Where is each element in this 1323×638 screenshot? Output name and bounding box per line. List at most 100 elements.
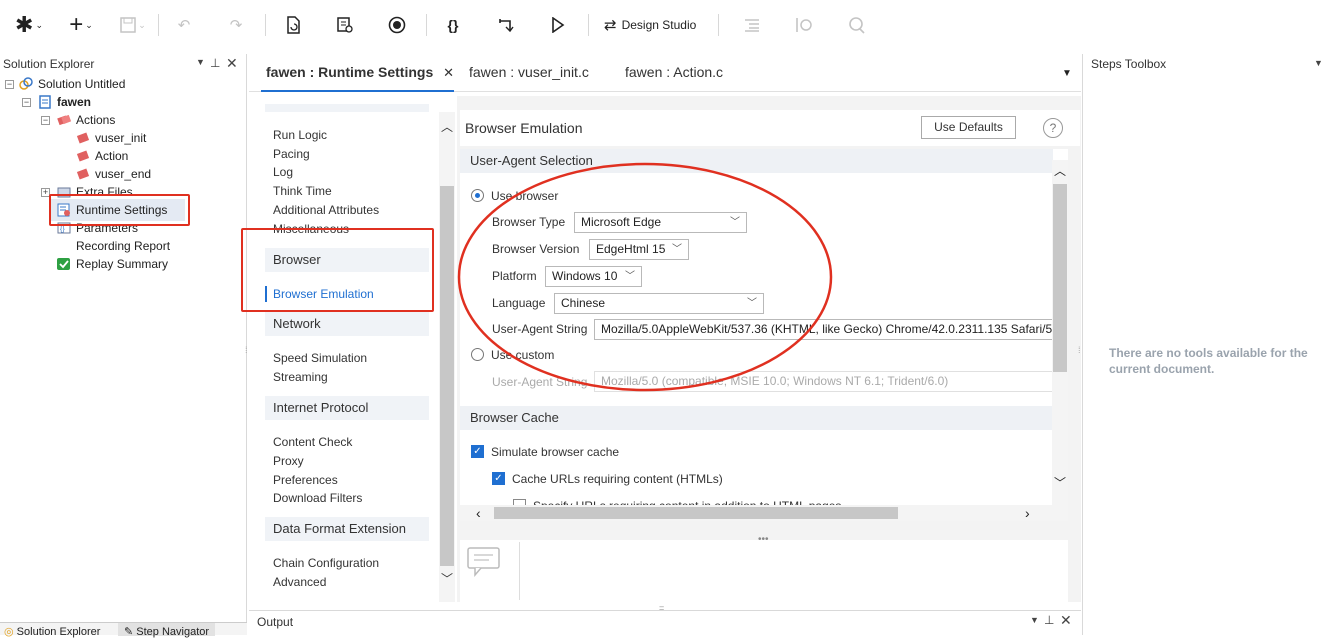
search-button[interactable]: [844, 12, 868, 38]
tree-item-action[interactable]: Action: [76, 147, 128, 165]
history-icon: [796, 18, 812, 32]
step-navigator-tab[interactable]: ✎ Step Navigator: [118, 623, 216, 638]
tree-item-solution[interactable]: Solution Untitled: [19, 75, 125, 93]
tree-item-actions[interactable]: Actions: [57, 111, 115, 129]
section-browser-cache: Browser Cache: [460, 406, 1053, 430]
nav-preferences[interactable]: Preferences: [273, 473, 338, 487]
nav-advanced[interactable]: Advanced: [273, 575, 326, 589]
save-button[interactable]: ⌄: [116, 12, 150, 38]
splitter-grip[interactable]: =: [659, 603, 664, 613]
record-button[interactable]: [385, 12, 409, 38]
nav-scrollbar[interactable]: ︿ ﹀: [439, 112, 455, 602]
chevron-up-icon[interactable]: ︿: [441, 118, 453, 135]
tree-item-script[interactable]: fawen: [38, 93, 91, 111]
help-icon[interactable]: ?: [1043, 118, 1063, 138]
annotation-ellipse: [457, 162, 833, 392]
tab-runtime-settings[interactable]: fawen : Runtime Settings ✕: [266, 64, 454, 81]
navigator-icon: ✎: [124, 626, 134, 638]
undo-button[interactable]: ↶: [172, 12, 196, 38]
tree-label: Action: [95, 149, 129, 163]
collapse-toggle[interactable]: −: [5, 80, 14, 89]
splitter-grip[interactable]: ⁞: [245, 345, 248, 355]
redo-button[interactable]: ↷: [224, 12, 248, 38]
chevron-down-icon: ⌄: [35, 19, 43, 30]
scroll-thumb[interactable]: [494, 507, 898, 519]
editor-tab-bar: fawen : Runtime Settings ✕ fawen : vuser…: [249, 54, 1081, 92]
simulate-cache-checkbox[interactable]: ✓: [471, 445, 484, 458]
nav-proxy[interactable]: Proxy: [273, 454, 304, 468]
history-button[interactable]: [792, 12, 816, 38]
output-title: Output: [257, 615, 294, 629]
add-button[interactable]: + ⌄: [64, 11, 98, 38]
tab-overflow-icon[interactable]: ▼: [1062, 68, 1072, 79]
nav-log[interactable]: Log: [273, 165, 293, 179]
new-item-button[interactable]: ✱ ⌄: [12, 12, 46, 38]
form-scrollbar[interactable]: ︿ ﹀: [1052, 160, 1068, 505]
use-defaults-button[interactable]: Use Defaults: [921, 116, 1016, 139]
tree-item-replay-summary[interactable]: Replay Summary: [57, 255, 168, 273]
scroll-thumb[interactable]: [1053, 184, 1067, 372]
scroll-thumb[interactable]: [440, 186, 454, 566]
pin-icon[interactable]: ⊥: [210, 56, 220, 70]
nav-additional-attributes[interactable]: Additional Attributes: [273, 203, 379, 217]
nav-pacing[interactable]: Pacing: [273, 147, 310, 161]
chevron-down-icon[interactable]: ﹀: [1054, 474, 1066, 491]
main-toolbar: ✱ ⌄ + ⌄ ⌄ ↶ ↷ {} ⇄ Design Studio: [0, 0, 1323, 52]
annotation-box: [49, 194, 190, 226]
tree-item-recording-report[interactable]: Recording Report: [57, 237, 170, 255]
nav-run-logic[interactable]: Run Logic: [273, 128, 327, 142]
page-title: Browser Emulation: [465, 120, 583, 136]
collapse-toggle[interactable]: −: [41, 116, 50, 125]
close-icon[interactable]: ✕: [226, 55, 238, 72]
chevron-down-icon: ⌄: [138, 19, 146, 30]
compile-button[interactable]: [281, 12, 305, 38]
code-button[interactable]: {}: [441, 12, 465, 38]
lines-icon: [745, 19, 759, 32]
tree-label: Actions: [76, 113, 116, 127]
form-hscrollbar[interactable]: ‹ ›: [460, 505, 1068, 521]
play-icon: [552, 17, 565, 33]
runtime-settings-button[interactable]: [333, 12, 357, 38]
tab-label: fawen : vuser_init.c: [469, 64, 589, 80]
tree-item-vuser-end[interactable]: vuser_end: [76, 165, 151, 183]
nav-download-filters[interactable]: Download Filters: [273, 491, 362, 505]
chevron-up-icon[interactable]: ︿: [1054, 162, 1066, 179]
dropdown-icon[interactable]: ▼: [1314, 58, 1323, 68]
tree-item-vuser-init[interactable]: vuser_init: [76, 129, 146, 147]
actions-icon: [57, 114, 71, 126]
asterisk-icon: ✱: [15, 12, 34, 37]
tree-label: Recording Report: [76, 239, 171, 253]
splitter-grip[interactable]: ⁞: [1078, 345, 1081, 355]
solution-explorer-tab[interactable]: ◎ Solution Explorer: [4, 625, 100, 638]
tab-label: fawen : Runtime Settings: [266, 64, 434, 80]
nav-speed-simulation[interactable]: Speed Simulation: [273, 351, 367, 365]
solution-icon: ◎: [4, 626, 14, 638]
save-icon: [120, 17, 136, 33]
tab-action[interactable]: fawen : Action.c: [625, 64, 723, 80]
close-icon[interactable]: ✕: [1060, 612, 1072, 629]
dropdown-icon[interactable]: ▼: [1030, 615, 1039, 625]
chevron-left-icon[interactable]: ‹: [476, 505, 481, 521]
chevron-down-icon[interactable]: ﹀: [441, 570, 453, 587]
nav-think-time[interactable]: Think Time: [273, 184, 332, 198]
design-studio-button[interactable]: ⇄ Design Studio: [604, 12, 708, 38]
settings-document-icon: [337, 17, 353, 33]
run-button[interactable]: [546, 12, 570, 38]
simulate-cache-label: Simulate browser cache: [491, 445, 620, 459]
steps-toolbox-title: Steps Toolbox: [1091, 57, 1167, 71]
nav-streaming[interactable]: Streaming: [273, 370, 328, 384]
action-icon: [76, 150, 90, 162]
tab-vuser-init[interactable]: fawen : vuser_init.c: [469, 64, 589, 80]
chevron-right-icon[interactable]: ›: [1025, 505, 1030, 521]
nav-content-check[interactable]: Content Check: [273, 435, 352, 449]
dropdown-icon[interactable]: ▼: [196, 57, 205, 67]
close-icon[interactable]: ✕: [443, 65, 454, 80]
align-button[interactable]: [740, 12, 764, 38]
cache-urls-checkbox[interactable]: ✓: [492, 472, 505, 485]
step-button[interactable]: [494, 12, 518, 38]
tab-label: Step Navigator: [136, 626, 210, 638]
tree-label: vuser_end: [95, 167, 152, 181]
collapse-toggle[interactable]: −: [22, 98, 31, 107]
nav-chain-configuration[interactable]: Chain Configuration: [273, 556, 379, 570]
pin-icon[interactable]: ⊥: [1044, 613, 1054, 627]
